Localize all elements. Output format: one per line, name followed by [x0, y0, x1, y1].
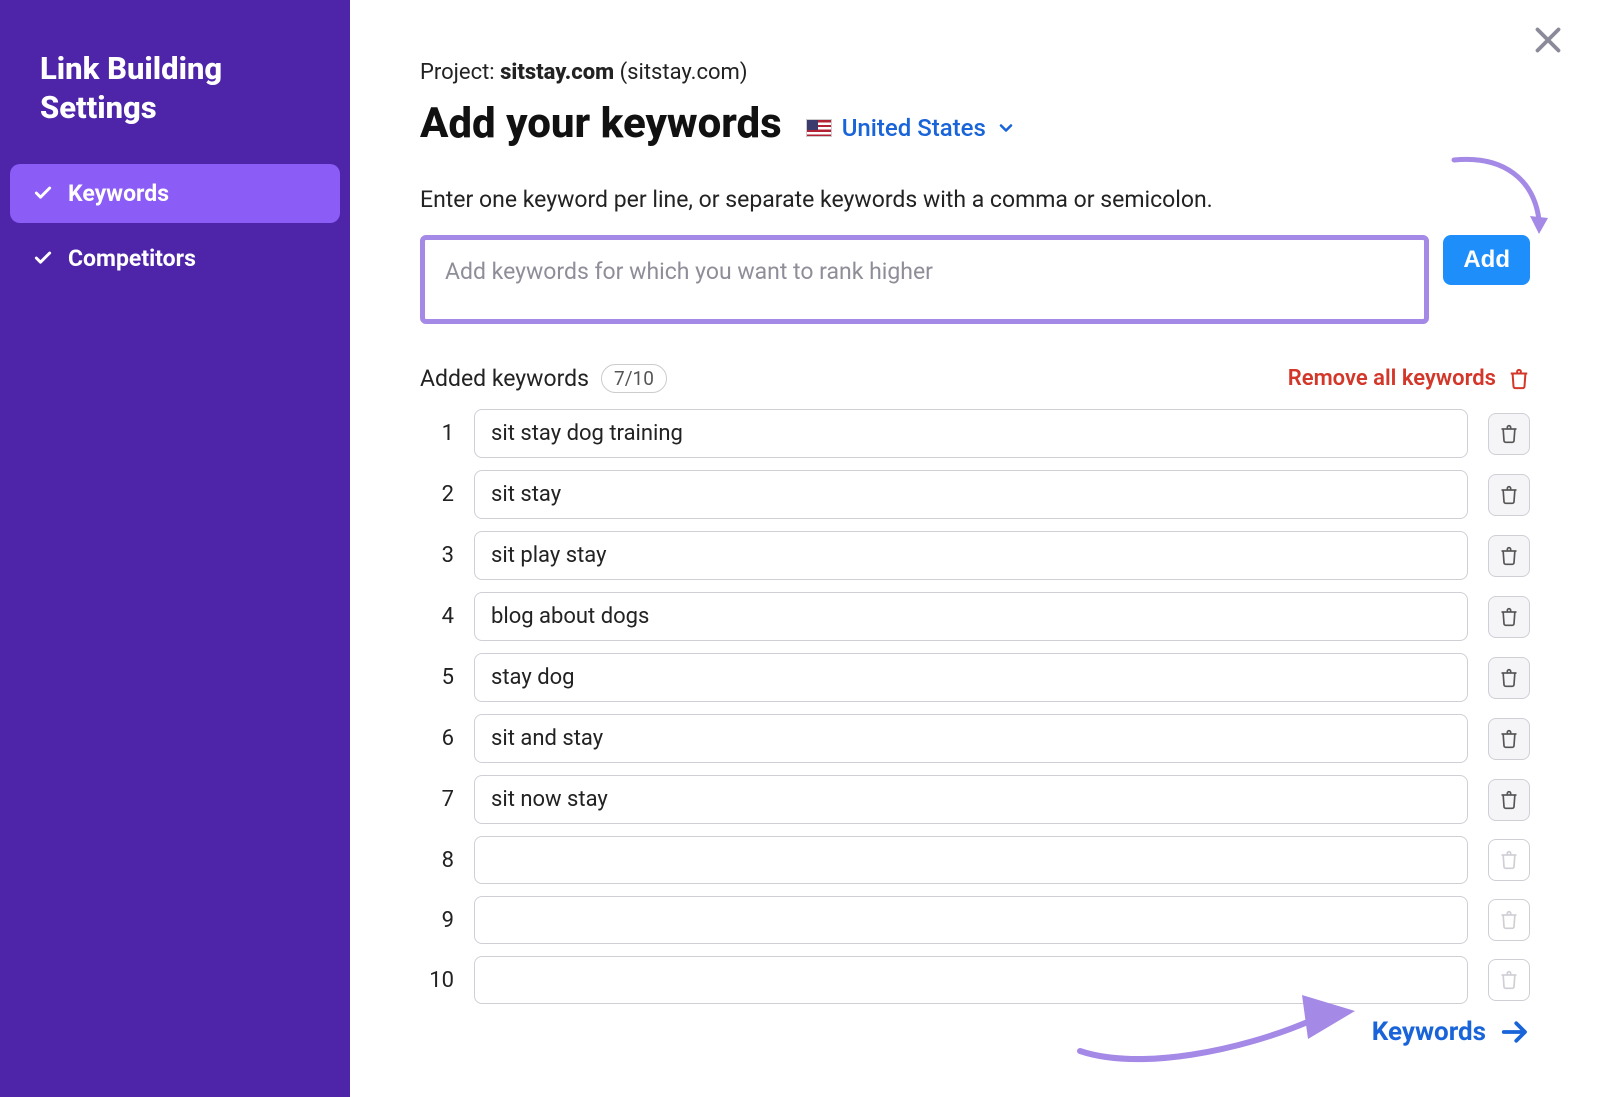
keyword-row: 6 sit and stay — [420, 714, 1530, 763]
keyword-list: 1 sit stay dog training 2 sit stay 3 sit play… — [420, 409, 1530, 1004]
remove-all-button[interactable]: Remove all keywords — [1288, 366, 1530, 391]
trash-icon — [1499, 850, 1519, 870]
trash-icon — [1499, 729, 1519, 749]
instruction-text: Enter one keyword per line, or separate … — [420, 186, 1530, 213]
keyword-row: 8 — [420, 836, 1530, 884]
trash-icon — [1499, 607, 1519, 627]
keyword-row-number: 2 — [420, 482, 454, 507]
keyword-row-number: 7 — [420, 787, 454, 812]
trash-icon — [1499, 910, 1519, 930]
flag-icon — [806, 119, 832, 137]
keyword-input[interactable]: Add keywords for which you want to rank … — [420, 235, 1429, 324]
keyword-row: 9 — [420, 896, 1530, 944]
keyword-field[interactable] — [474, 836, 1468, 884]
trash-icon — [1499, 424, 1519, 444]
keyword-input-placeholder: Add keywords for which you want to rank … — [445, 258, 1404, 285]
trash-icon — [1499, 790, 1519, 810]
keyword-field[interactable]: sit now stay — [474, 775, 1468, 824]
keyword-row-number: 4 — [420, 604, 454, 629]
sidebar-item-label: Competitors — [68, 245, 196, 272]
country-selector[interactable]: United States — [806, 114, 1016, 142]
delete-keyword-button — [1488, 959, 1530, 1001]
next-step-label: Keywords — [1372, 1017, 1486, 1047]
keyword-field[interactable] — [474, 896, 1468, 944]
delete-keyword-button[interactable] — [1488, 535, 1530, 577]
sidebar-title: Link Building Settings — [0, 50, 350, 158]
keyword-row: 4 blog about dogs — [420, 592, 1530, 641]
delete-keyword-button — [1488, 839, 1530, 881]
keyword-row-number: 5 — [420, 665, 454, 690]
keyword-field[interactable]: sit stay — [474, 470, 1468, 519]
keyword-row: 1 sit stay dog training — [420, 409, 1530, 458]
trash-icon — [1508, 368, 1530, 390]
delete-keyword-button[interactable] — [1488, 413, 1530, 455]
next-step-link[interactable]: Keywords — [1372, 1017, 1530, 1047]
main-panel: Project: sitstay.com (sitstay.com) Add y… — [350, 0, 1600, 1097]
chevron-down-icon — [996, 118, 1016, 138]
country-label: United States — [842, 114, 986, 142]
trash-icon — [1499, 546, 1519, 566]
keyword-row: 10 — [420, 956, 1530, 1004]
delete-keyword-button[interactable] — [1488, 779, 1530, 821]
delete-keyword-button[interactable] — [1488, 474, 1530, 516]
trash-icon — [1499, 485, 1519, 505]
keyword-field[interactable]: stay dog — [474, 653, 1468, 702]
keyword-row: 2 sit stay — [420, 470, 1530, 519]
keyword-row-number: 9 — [420, 908, 454, 933]
arrow-right-icon — [1500, 1017, 1530, 1047]
keyword-row-number: 1 — [420, 421, 454, 446]
add-button[interactable]: Add — [1443, 235, 1530, 285]
keyword-field[interactable]: sit and stay — [474, 714, 1468, 763]
project-domain-paren: (sitstay.com) — [620, 60, 748, 85]
keyword-row-number: 6 — [420, 726, 454, 751]
check-icon — [32, 247, 54, 269]
added-keywords-label: Added keywords — [420, 365, 589, 392]
keyword-field[interactable]: sit stay dog training — [474, 409, 1468, 458]
keyword-row: 5 stay dog — [420, 653, 1530, 702]
sidebar-item-competitors[interactable]: Competitors — [10, 229, 340, 288]
delete-keyword-button[interactable] — [1488, 596, 1530, 638]
trash-icon — [1499, 668, 1519, 688]
keyword-row: 3 sit play stay — [420, 531, 1530, 580]
delete-keyword-button[interactable] — [1488, 657, 1530, 699]
keyword-row-number: 3 — [420, 543, 454, 568]
remove-all-label: Remove all keywords — [1288, 366, 1496, 391]
keyword-field[interactable] — [474, 956, 1468, 1004]
project-line: Project: sitstay.com (sitstay.com) — [420, 60, 1530, 85]
keyword-row-number: 8 — [420, 848, 454, 873]
project-label: Project: — [420, 60, 495, 85]
page-title: Add your keywords — [420, 99, 782, 148]
keyword-row-number: 10 — [420, 968, 454, 993]
keyword-count-badge: 7/10 — [601, 364, 667, 393]
sidebar: Link Building Settings Keywords Competit… — [0, 0, 350, 1097]
keyword-field[interactable]: blog about dogs — [474, 592, 1468, 641]
project-domain: sitstay.com — [500, 60, 614, 85]
sidebar-item-keywords[interactable]: Keywords — [10, 164, 340, 223]
sidebar-item-label: Keywords — [68, 180, 169, 207]
close-button[interactable] — [1530, 22, 1570, 62]
check-icon — [32, 182, 54, 204]
trash-icon — [1499, 970, 1519, 990]
keyword-row: 7 sit now stay — [420, 775, 1530, 824]
keyword-field[interactable]: sit play stay — [474, 531, 1468, 580]
delete-keyword-button[interactable] — [1488, 718, 1530, 760]
delete-keyword-button — [1488, 899, 1530, 941]
